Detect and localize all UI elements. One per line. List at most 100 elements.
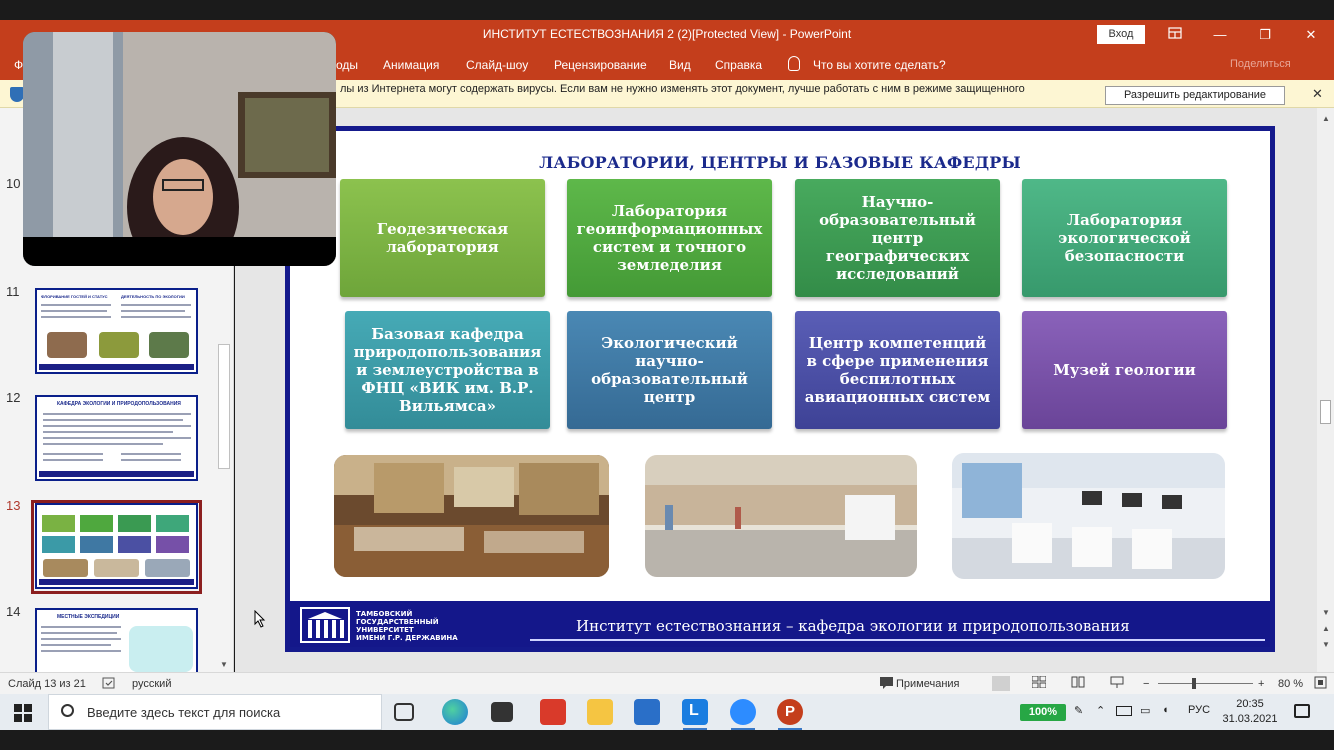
task-view-icon[interactable] (394, 703, 414, 721)
powerpoint-icon[interactable]: P (777, 699, 803, 730)
slide-title: ЛАБОРАТОРИИ, ЦЕНТРЫ И БАЗОВЫЕ КАФЕДРЫ (539, 153, 1021, 172)
lab-photo (645, 455, 917, 577)
thumb-photo (99, 332, 139, 358)
computer-lab-photo (952, 453, 1225, 579)
scroll-down-icon[interactable]: ▼ (220, 660, 228, 669)
slide-footer: ТАМБОВСКИЙ ГОСУДАРСТВЕННЫЙ УНИВЕРСИТЕТ И… (290, 601, 1270, 647)
zoom-slider-thumb[interactable] (1192, 678, 1196, 689)
thumbnail-slide-14[interactable]: МЕСТНЫЕ ЭКСПЕДИЦИИ (35, 608, 198, 672)
tab-help[interactable]: Справка (715, 58, 762, 72)
editor-scrollbar[interactable]: ▲ ▼ ▲ ▼ (1317, 108, 1334, 672)
box-eco-safety-lab: Лаборатория экологической безопасности (1022, 179, 1227, 297)
enable-editing-button[interactable]: Разрешить редактирование (1105, 86, 1285, 105)
fit-to-window-icon[interactable] (1314, 676, 1327, 692)
box-drone-center: Центр компетенций в сфере применения бес… (795, 311, 1000, 429)
show-hidden-icons[interactable]: ⌃ (1096, 704, 1105, 717)
share-button[interactable]: Поделиться (1230, 58, 1291, 70)
status-bar: Слайд 13 из 21 русский Примечания − + 80… (0, 672, 1334, 694)
thumb-number-14: 14 (6, 604, 21, 619)
file-explorer-icon[interactable] (587, 699, 613, 725)
slide-canvas[interactable]: ЛАБОРАТОРИИ, ЦЕНТРЫ И БАЗОВЫЕ КАФЕДРЫ Ге… (285, 126, 1275, 652)
slide-counter: Слайд 13 из 21 (8, 678, 86, 690)
reading-view-icon[interactable] (1071, 676, 1085, 691)
app-red-icon[interactable] (540, 699, 566, 725)
clock-date: 31.03.2021 (1222, 713, 1278, 725)
university-name: ТАМБОВСКИЙ ГОСУДАРСТВЕННЫЙ УНИВЕРСИТЕТ И… (356, 610, 458, 642)
zoom-out-button[interactable]: − (1143, 678, 1149, 690)
bottom-black-band (0, 730, 1334, 750)
zoom-level[interactable]: 80 % (1278, 678, 1303, 690)
thumb-number-11: 11 (6, 284, 20, 299)
footer-caption: Институт естествознания – кафедра эколог… (576, 617, 1130, 635)
tab-view[interactable]: Вид (669, 58, 691, 72)
footer-divider (530, 639, 1265, 641)
mouse-cursor-icon (254, 609, 266, 633)
slideshow-icon[interactable] (1110, 676, 1124, 691)
pen-icon[interactable]: ✎ (1074, 704, 1083, 717)
tab-review[interactable]: Рецензирование (554, 58, 647, 72)
university-emblem-icon (300, 607, 350, 643)
box-gis-lab: Лаборатория геоинформационных систем и т… (567, 179, 772, 297)
notes-icon (880, 677, 893, 692)
battery-indicator[interactable]: 100% (1020, 704, 1066, 721)
language-indicator[interactable]: русский (132, 678, 171, 690)
thumb-11-title-left: ФЛОРИВАНИЕ ГОСТЕЙ И СТАТУС (41, 294, 108, 299)
network-icon[interactable]: ▭ (1140, 704, 1150, 717)
zoom-slider[interactable] (1158, 683, 1253, 684)
zoom-in-button[interactable]: + (1258, 678, 1264, 690)
webcam-video-overlay[interactable] (23, 32, 336, 266)
scroll-down-icon[interactable]: ▼ (1322, 608, 1330, 617)
ribbon-display-options-icon[interactable] (1160, 25, 1190, 45)
protected-view-message: лы из Интернета могут содержать вирусы. … (340, 83, 1025, 95)
minimize-button[interactable]: — (1205, 25, 1235, 45)
thumbnail-slide-13[interactable] (35, 503, 198, 589)
prev-slide-icon[interactable]: ▲ (1322, 624, 1330, 633)
sign-in-button[interactable]: Вход (1097, 25, 1145, 44)
thumbnail-slide-12[interactable]: КАФЕДРА ЭКОЛОГИИ И ПРИРОДОПОЛЬЗОВАНИЯ (35, 395, 198, 481)
tab-file[interactable]: Ф (14, 58, 23, 72)
store-icon[interactable] (491, 702, 513, 722)
normal-view-icon[interactable] (992, 676, 1010, 691)
box-eco-edu-center: Экологический научно-образовательный цен… (567, 311, 772, 429)
thumb-number-12: 12 (6, 390, 21, 405)
spellcheck-icon[interactable] (102, 676, 116, 693)
edge-browser-icon[interactable] (442, 699, 468, 725)
tab-slideshow[interactable]: Слайд-шоу (466, 58, 528, 72)
thumb-number-13: 13 (6, 498, 21, 513)
mail-icon[interactable] (634, 699, 660, 725)
screen: ИНСТИТУТ ЕСТЕСТВОЗНАНИЯ 2 (2)[Protected … (0, 0, 1334, 750)
close-message-icon[interactable]: ✕ (1312, 86, 1323, 102)
windows-start-icon[interactable] (14, 704, 32, 722)
tab-transitions[interactable]: оды (336, 58, 358, 72)
close-window-button[interactable]: ✕ (1296, 25, 1326, 45)
top-black-band (0, 0, 1334, 20)
next-slide-icon[interactable]: ▼ (1322, 640, 1330, 649)
clock-time: 20:35 (1236, 698, 1264, 710)
input-language[interactable]: РУС (1188, 704, 1210, 716)
scrollbar-thumb[interactable] (1320, 400, 1331, 424)
battery-icon[interactable] (1116, 706, 1132, 716)
thumb-12-title: КАФЕДРА ЭКОЛОГИИ И ПРИРОДОПОЛЬЗОВАНИЯ (57, 401, 181, 407)
box-geo-research-center: Научно-образовательный центр географичес… (795, 179, 1000, 297)
thumb-photo (149, 332, 189, 358)
tab-animation[interactable]: Анимация (383, 58, 439, 72)
zoom-meeting-icon[interactable] (730, 699, 756, 730)
thumb-14-title: МЕСТНЫЕ ЭКСПЕДИЦИИ (57, 614, 120, 620)
volume-icon[interactable]: ◖ (1162, 704, 1169, 716)
system-clock[interactable]: 20:35 31.03.2021 (1222, 697, 1278, 727)
windows-taskbar: Введите здесь текст для поиска L P 100% … (0, 694, 1334, 730)
slide-sorter-icon[interactable] (1031, 675, 1047, 691)
app-l-icon[interactable]: L (682, 699, 708, 730)
notification-center-icon[interactable] (1294, 704, 1310, 718)
tell-me-search[interactable]: Что вы хотите сделать? (813, 58, 946, 72)
lightbulb-icon (788, 56, 800, 71)
museum-photo (334, 455, 609, 577)
restore-button[interactable]: ❐ (1250, 25, 1280, 45)
scroll-up-icon[interactable]: ▲ (1322, 114, 1330, 123)
taskbar-search-box[interactable]: Введите здесь текст для поиска (48, 694, 382, 730)
search-placeholder: Введите здесь текст для поиска (87, 705, 281, 720)
thumbnail-slide-11[interactable]: ФЛОРИВАНИЕ ГОСТЕЙ И СТАТУС ДЕЯТЕЛЬНОСТЬ … (35, 288, 198, 374)
thumbnail-scrollbar[interactable] (218, 344, 230, 469)
shield-icon (10, 87, 24, 102)
notes-button[interactable]: Примечания (896, 678, 960, 690)
